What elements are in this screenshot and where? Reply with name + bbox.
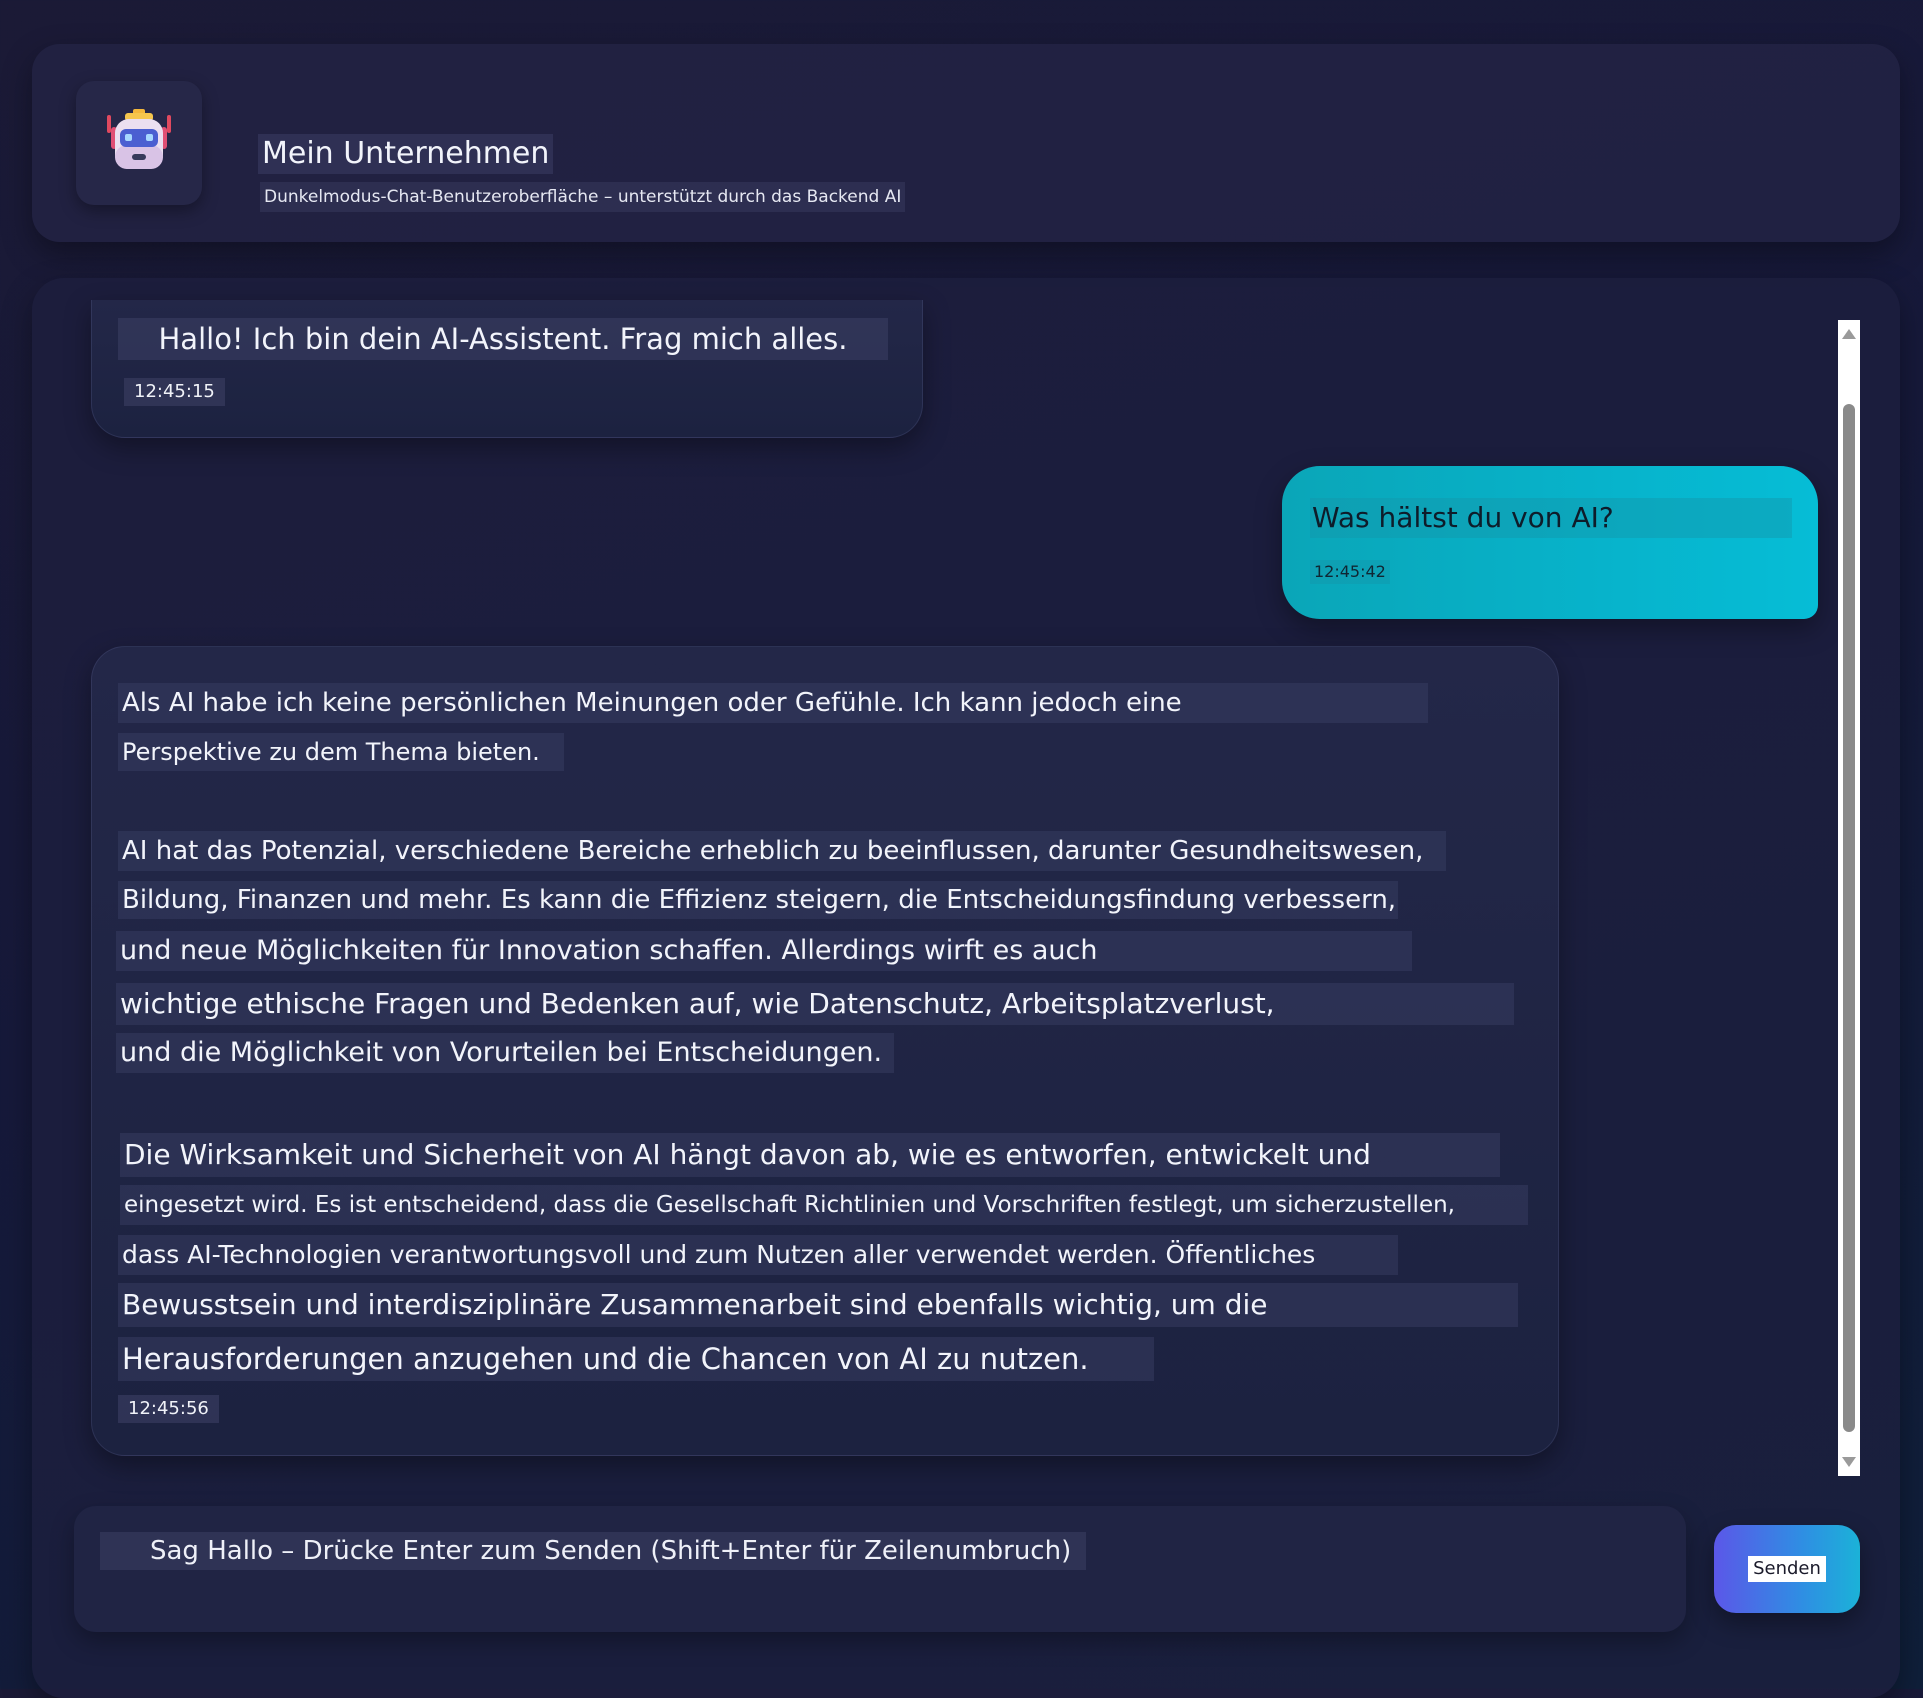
scroll-up-icon[interactable] (1838, 324, 1860, 344)
assistant-message: Als AI habe ich keine persönlichen Meinu… (91, 646, 1559, 1456)
app-subtitle: Dunkelmodus-Chat-Benutzeroberfläche – un… (260, 182, 906, 212)
message-timestamp: 12:45:42 (1310, 560, 1390, 584)
message-input-placeholder: Sag Hallo – Drücke Enter zum Senden (Shi… (100, 1532, 1086, 1570)
message-timestamp: 12:45:15 (124, 378, 225, 406)
message-input[interactable]: Sag Hallo – Drücke Enter zum Senden (Shi… (74, 1506, 1686, 1632)
message-text-line: und neue Möglichkeiten für Innovation sc… (116, 931, 1412, 971)
message-text-line: Als AI habe ich keine persönlichen Meinu… (118, 683, 1428, 723)
chat-app: Mein Unternehmen Dunkelmodus-Chat-Benutz… (0, 0, 1923, 1698)
logo (76, 81, 202, 205)
assistant-message: Hallo! Ich bin dein AI-Assistent. Frag m… (91, 300, 923, 438)
message-text-line: AI hat das Potenzial, verschiedene Berei… (118, 831, 1446, 871)
message-text-line: eingesetzt wird. Es ist entscheidend, da… (120, 1185, 1528, 1225)
user-message: Was hältst du von AI? 12:45:42 (1282, 466, 1818, 619)
message-text-line: Die Wirksamkeit und Sicherheit von AI hä… (120, 1133, 1500, 1177)
scrollbar-thumb[interactable] (1843, 404, 1855, 1432)
robot-icon (103, 105, 175, 181)
message-text-line: wichtige ethische Fragen und Bedenken au… (116, 983, 1514, 1025)
chat-scrollbar[interactable] (1838, 320, 1860, 1476)
app-title: Mein Unternehmen (258, 134, 554, 174)
app-header: Mein Unternehmen Dunkelmodus-Chat-Benutz… (32, 44, 1900, 242)
message-text-line: Herausforderungen anzugehen und die Chan… (118, 1337, 1154, 1381)
message-timestamp: 12:45:56 (118, 1395, 219, 1423)
message-text-line: Bildung, Finanzen und mehr. Es kann die … (118, 881, 1398, 919)
message-text-line: und die Möglichkeit von Vorurteilen bei … (116, 1033, 894, 1073)
send-button-label: Senden (1748, 1556, 1826, 1582)
message-text: Was hältst du von AI? (1310, 498, 1792, 538)
message-text-line: dass AI-Technologien verantwortungsvoll … (118, 1235, 1398, 1275)
send-button[interactable]: Senden (1714, 1525, 1860, 1613)
message-text: Hallo! Ich bin dein AI-Assistent. Frag m… (118, 318, 888, 360)
message-text-line: Perspektive zu dem Thema bieten. (118, 733, 564, 771)
scroll-down-icon[interactable] (1838, 1452, 1860, 1472)
message-text-line: Bewusstsein und interdisziplinäre Zusamm… (118, 1283, 1518, 1327)
